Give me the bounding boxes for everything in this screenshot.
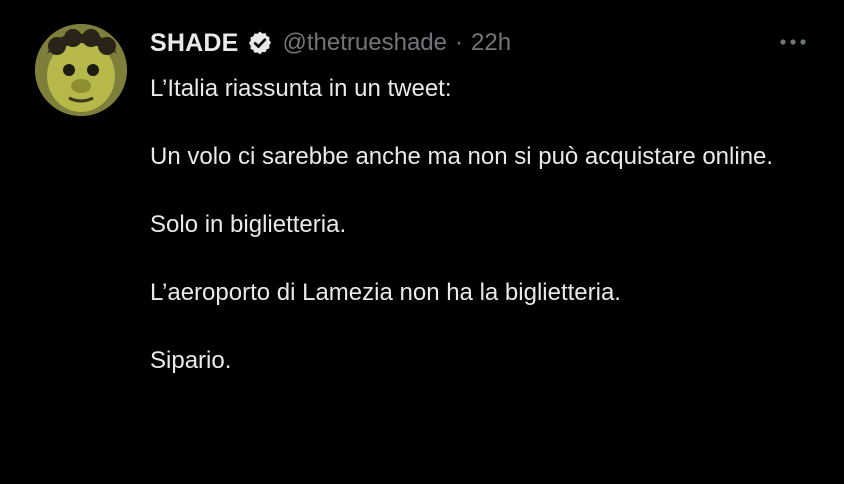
verified-badge-icon [247, 30, 273, 56]
tweet-paragraph: Solo in biglietteria. [150, 211, 347, 238]
display-name[interactable]: SHADE [150, 29, 239, 58]
timestamp[interactable]: 22h [471, 29, 511, 57]
avatar-icon [35, 24, 127, 116]
more-options-button[interactable] [776, 28, 810, 56]
avatar[interactable] [35, 24, 127, 116]
user-handle[interactable]: @thetrueshade [283, 29, 447, 57]
tweet-paragraph: L’aeroporto di Lamezia non ha la bigliet… [150, 279, 621, 306]
tweet-paragraph: Un volo ci sarebbe anche ma non si può a… [150, 143, 774, 170]
tweet-paragraph: L’Italia riassunta in un tweet: [150, 75, 452, 102]
separator-dot: · [455, 29, 463, 56]
tweet-header: SHADE @thetrueshade · 22h [150, 26, 511, 60]
more-options-icon [780, 39, 806, 45]
tweet-card: SHADE @thetrueshade · 22h L’Italia riass… [0, 0, 844, 484]
tweet-paragraph: Sipario. [150, 347, 232, 374]
tweet-text: L’Italia riassunta in un tweet: Un volo … [150, 72, 820, 378]
